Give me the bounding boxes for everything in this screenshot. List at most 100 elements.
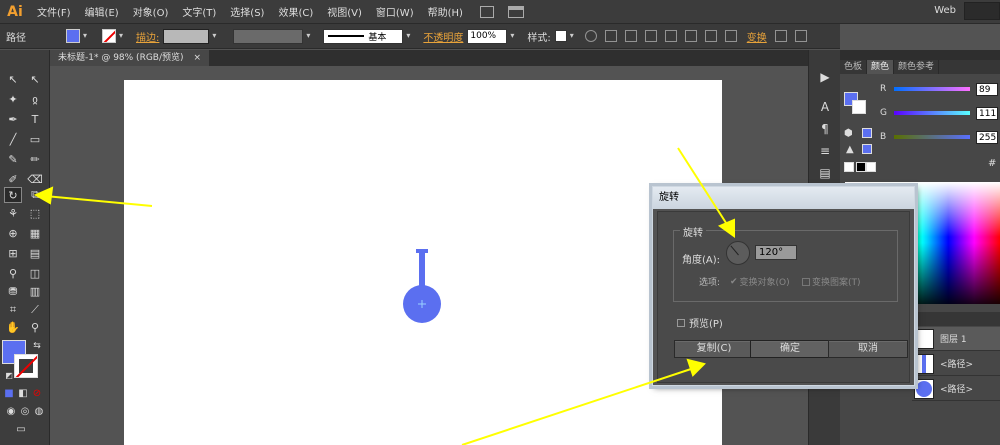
align-middle-icon[interactable] (704, 30, 717, 42)
panel-menu-icon[interactable] (794, 30, 807, 42)
cancel-button[interactable]: 取消 (828, 340, 908, 358)
warp-tool-icon[interactable]: ⚘ (4, 206, 22, 222)
web-safe-swatch[interactable] (862, 144, 872, 154)
white-swatch[interactable] (866, 162, 876, 172)
black-swatch[interactable] (856, 162, 866, 172)
blob-brush-tool-icon[interactable]: ✐ (4, 172, 22, 188)
close-icon[interactable]: × (194, 50, 202, 66)
gradient-tool-icon[interactable]: ▤ (26, 246, 44, 262)
chevron-down-icon[interactable]: ▾ (507, 29, 517, 43)
green-value-field[interactable]: 111 (976, 106, 998, 120)
menu-window[interactable]: 窗口(W) (369, 4, 421, 19)
preview-option[interactable]: 预览(P) (677, 315, 723, 330)
type-tool-icon[interactable]: T (26, 112, 44, 128)
menu-edit[interactable]: 编辑(E) (78, 4, 126, 19)
rectangle-tool-icon[interactable]: ▭ (26, 132, 44, 148)
column-graph-tool-icon[interactable]: ▥ (26, 284, 44, 300)
document-tab[interactable]: 未标题-1* @ 98% (RGB/预览) × (50, 50, 210, 66)
bridge-icon[interactable] (479, 5, 494, 18)
blend-tool-icon[interactable]: ◫ (26, 266, 44, 282)
opacity-link[interactable]: 不透明度 (423, 29, 463, 44)
pen-tool-icon[interactable]: ✒ (4, 112, 22, 128)
artboard[interactable] (124, 80, 722, 445)
line-tool-icon[interactable]: ╱ (4, 132, 22, 148)
paragraph-panel-icon[interactable]: ¶ (818, 122, 832, 136)
transform-patterns-option[interactable]: 变换图案(T) (802, 275, 861, 288)
none-mode-icon[interactable]: ⊘ (28, 386, 46, 402)
lasso-tool-icon[interactable]: ჲ (26, 92, 44, 108)
layer-row[interactable]: <路径> (912, 352, 1000, 376)
recolor-icon[interactable] (584, 30, 597, 42)
symbol-sprayer-tool-icon[interactable]: ⛃ (4, 284, 22, 300)
blue-value-field[interactable]: 255 (976, 130, 998, 144)
eyedropper-tool-icon[interactable]: ⚲ (4, 266, 22, 282)
shape-builder-tool-icon[interactable]: ⊕ (4, 226, 22, 242)
variable-width-field[interactable] (233, 28, 304, 44)
search-field[interactable] (964, 2, 1000, 20)
out-of-gamut-swatch[interactable] (862, 128, 872, 138)
selection-tool-icon[interactable]: ↖ (4, 72, 22, 88)
default-colors-icon[interactable]: ◩ (0, 368, 18, 384)
slice-tool-icon[interactable]: ⟋ (26, 302, 44, 318)
scale-tool-icon[interactable]: ⧉ (26, 187, 44, 203)
opentype-panel-icon[interactable]: ≡ (818, 144, 832, 158)
none-swatch[interactable] (844, 162, 854, 172)
transform-patterns-checkbox[interactable] (802, 277, 810, 286)
blue-slider[interactable] (894, 135, 970, 139)
tab-color-guide[interactable]: 颜色参考 (894, 60, 940, 74)
rotate-tool-icon[interactable]: ↻ (4, 187, 22, 203)
flask-rim-shape[interactable] (416, 249, 428, 253)
chevron-down-icon[interactable]: ▾ (116, 29, 126, 43)
eraser-tool-icon[interactable]: ⌫ (26, 172, 44, 188)
stroke-link[interactable]: 描边: (136, 29, 159, 44)
preview-checkbox[interactable] (677, 318, 685, 327)
chevron-down-icon[interactable]: ▾ (403, 29, 413, 43)
character-panel-icon[interactable]: A (818, 100, 832, 114)
align-bottom-icon[interactable] (724, 30, 737, 42)
panel-stroke-swatch[interactable] (852, 100, 866, 114)
align-top-icon[interactable] (684, 30, 697, 42)
chevron-down-icon[interactable]: ▾ (209, 29, 219, 43)
angle-input[interactable]: 120° (755, 245, 797, 260)
transform-link[interactable]: 变换 (747, 29, 767, 44)
artboard-tool-icon[interactable]: ⌗ (4, 302, 22, 318)
screen-mode-icon[interactable]: ▭ (12, 422, 30, 438)
menu-select[interactable]: 选择(S) (223, 4, 271, 19)
paintbrush-tool-icon[interactable]: ✎ (4, 152, 22, 168)
angle-dial[interactable] (726, 241, 750, 265)
brush-definition-field[interactable]: 基本 (323, 28, 404, 44)
layer-row[interactable]: <路径> (912, 377, 1000, 401)
menu-view[interactable]: 视图(V) (320, 4, 369, 19)
menu-type[interactable]: 文字(T) (175, 4, 223, 19)
fill-swatch[interactable] (66, 29, 80, 43)
hand-tool-icon[interactable]: ✋ (4, 320, 22, 336)
swap-colors-icon[interactable]: ⇆ (28, 338, 46, 354)
magic-wand-tool-icon[interactable]: ✦ (4, 92, 22, 108)
menu-object[interactable]: 对象(O) (126, 4, 176, 19)
chevron-down-icon[interactable]: ▾ (80, 29, 90, 43)
stroke-swatch[interactable] (102, 29, 116, 43)
align-right-icon[interactable] (664, 30, 677, 42)
style-swatch[interactable] (554, 30, 567, 42)
zoom-tool-icon[interactable]: ⚲ (26, 320, 44, 336)
perspective-grid-tool-icon[interactable]: ▦ (26, 226, 44, 242)
red-value-field[interactable]: 89 (976, 82, 998, 96)
align-to-icon[interactable] (604, 30, 617, 42)
free-transform-tool-icon[interactable]: ⬚ (26, 206, 44, 222)
red-slider[interactable] (894, 87, 970, 91)
chevron-down-icon[interactable]: ▾ (567, 29, 577, 43)
arrange-documents-icon[interactable] (507, 5, 524, 18)
tab-swatches[interactable]: 色板 (840, 60, 868, 74)
mesh-tool-icon[interactable]: ⊞ (4, 246, 22, 262)
isolate-icon[interactable] (774, 30, 787, 42)
ok-button[interactable]: 确定 (750, 340, 830, 358)
layer-row[interactable]: 图层 1 (912, 327, 1000, 351)
pencil-tool-icon[interactable]: ✏ (26, 152, 44, 168)
transform-objects-option[interactable]: ✔ 变换对象(O) (730, 275, 790, 289)
draw-inside-icon[interactable]: ◍ (30, 404, 48, 420)
workspace-switcher[interactable]: Web (934, 5, 956, 16)
align-center-icon[interactable] (644, 30, 657, 42)
stroke-weight-field[interactable] (163, 28, 210, 44)
chevron-down-icon[interactable]: ▾ (303, 29, 313, 43)
direct-selection-tool-icon[interactable]: ↖ (26, 72, 44, 88)
